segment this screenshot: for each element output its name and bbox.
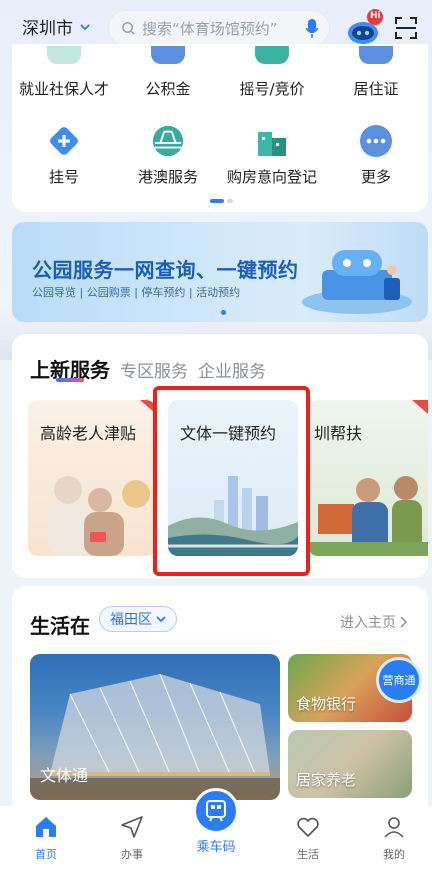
park-service-banner[interactable]: 公园服务一网查询、一键预约 公园导览 | 公园购票 | 停车预约 | 活动预约 xyxy=(12,222,428,322)
service-label: 居住证 xyxy=(353,80,399,98)
nav-label: 生活 xyxy=(297,848,319,861)
tile-label: 文体通 xyxy=(40,766,89,785)
service-label: 港澳服务 xyxy=(137,168,198,186)
nav-mine[interactable]: 我的 xyxy=(364,814,424,862)
farmers-image xyxy=(308,476,428,556)
scan-icon[interactable] xyxy=(394,16,418,40)
service-label: 就业社保人才 xyxy=(18,80,109,98)
tile-elderly-allowance[interactable]: 高龄老人津贴 xyxy=(28,400,156,556)
banner-indicator xyxy=(221,310,226,315)
service-label: 购房意向登记 xyxy=(226,168,317,186)
tile-home-elderly-care[interactable]: 居家养老 xyxy=(288,730,412,798)
badge-label: 营商通 xyxy=(382,674,416,687)
services-grid: 就业社保人才 公积金 摇号/竞价 居住证 挂号 港澳服务 购房意向登记 更多 xyxy=(12,44,428,212)
medical-cross-icon xyxy=(47,124,81,158)
fund-icon xyxy=(151,46,185,64)
service-label: 公积金 xyxy=(145,80,191,98)
home-icon xyxy=(36,817,56,837)
bus-qr-icon xyxy=(193,788,239,834)
highlight-annotation-box xyxy=(153,386,310,576)
service-residence-permit[interactable]: 居住证 xyxy=(324,46,428,99)
new-corner-tag xyxy=(412,400,428,414)
nav-label: 办事 xyxy=(121,848,143,861)
enter-homepage-link[interactable]: 进入主页 xyxy=(340,612,408,632)
chevron-down-icon xyxy=(80,23,90,30)
elderly-couple-image xyxy=(48,476,150,556)
life-title: 生活在 xyxy=(30,614,90,638)
tab-zone-services[interactable]: 专区服务 xyxy=(120,357,188,382)
page-indicator xyxy=(210,199,233,203)
service-lottery[interactable]: 摇号/竞价 xyxy=(220,46,324,99)
search-input[interactable]: 搜索“体育场馆预约” xyxy=(108,10,330,46)
assistant-robot-button[interactable]: Hi xyxy=(345,8,385,48)
service-label: 更多 xyxy=(360,168,391,186)
service-registration[interactable]: 挂号 xyxy=(12,124,116,187)
tile-label: 居家养老 xyxy=(296,771,357,789)
heart-icon xyxy=(297,817,319,837)
car-icon xyxy=(255,46,289,64)
district-selector[interactable]: 福田区 xyxy=(99,606,177,632)
nav-ride-code[interactable]: 乘车码 xyxy=(186,788,246,855)
tile-culture-pass[interactable]: 文体通 xyxy=(30,654,280,800)
district-label: 福田区 xyxy=(110,612,152,628)
bottom-navigation: 首页 办事 乘车码 生活 我的 xyxy=(0,788,432,875)
service-label: 挂号 xyxy=(48,168,79,186)
search-icon xyxy=(122,21,135,35)
banner-subtitle: 公园导览 | 公园购票 | 停车预约 | 活动预约 xyxy=(32,286,241,299)
briefcase-icon xyxy=(47,46,81,64)
chevron-right-icon xyxy=(400,616,408,628)
service-employment[interactable]: 就业社保人才 xyxy=(12,46,116,99)
nav-label: 我的 xyxy=(383,848,405,861)
service-label: 摇号/竞价 xyxy=(239,80,305,98)
service-housing-intent[interactable]: 购房意向登记 xyxy=(220,124,324,187)
service-fund[interactable]: 公积金 xyxy=(116,46,220,99)
active-tab-indicator xyxy=(56,378,84,382)
city-label: 深圳市 xyxy=(22,19,73,39)
life-section: 生活在 福田区 进入主页 文体通 食物银行 居家养老 xyxy=(12,586,428,806)
tab-enterprise-services[interactable]: 企业服务 xyxy=(198,357,266,382)
nav-home[interactable]: 首页 xyxy=(16,814,76,862)
service-hkmacau[interactable]: 港澳服务 xyxy=(116,124,220,187)
tile-label: 食物银行 xyxy=(296,695,357,713)
service-more[interactable]: 更多 xyxy=(324,124,428,187)
nav-work[interactable]: 办事 xyxy=(102,814,162,862)
building-icon xyxy=(255,124,289,158)
tile-title: 圳帮扶 xyxy=(314,424,363,443)
city-selector[interactable]: 深圳市 xyxy=(22,14,91,39)
more-icon xyxy=(359,124,393,158)
tile-shenzhen-assistance[interactable]: 圳帮扶 xyxy=(308,400,428,556)
park-robot-illustration xyxy=(302,250,412,314)
nav-label: 首页 xyxy=(35,848,57,861)
business-pass-floating-button[interactable]: 营商通 xyxy=(376,657,422,703)
tile-title: 高龄老人津贴 xyxy=(40,424,137,443)
nav-label: 乘车码 xyxy=(196,840,236,855)
navigation-arrow-icon xyxy=(121,816,143,838)
chevron-down-icon xyxy=(156,616,166,623)
nav-life[interactable]: 生活 xyxy=(278,814,338,862)
bridge-icon xyxy=(151,124,185,158)
banner-title: 公园服务一网查询、一键预约 xyxy=(32,258,299,282)
user-icon xyxy=(384,817,404,838)
search-placeholder: 搜索“体育场馆预约” xyxy=(142,19,278,38)
home-link-label: 进入主页 xyxy=(340,615,396,631)
id-card-icon xyxy=(359,46,393,64)
microphone-icon[interactable] xyxy=(305,18,319,40)
robot-hi-badge: Hi xyxy=(370,11,381,21)
